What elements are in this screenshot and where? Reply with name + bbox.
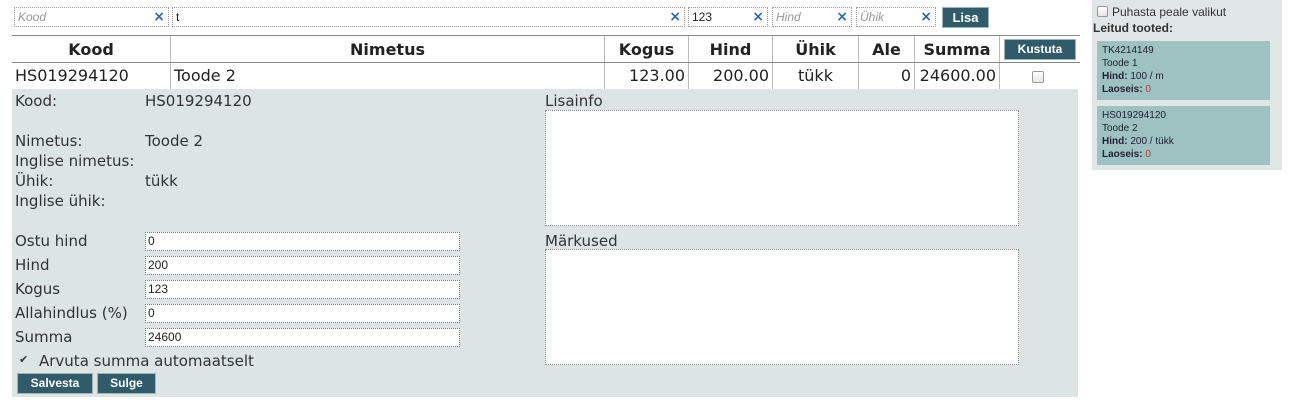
kood-label: Kood: xyxy=(15,92,58,110)
row-hind: 200.00 xyxy=(689,63,773,89)
inglise-uhik-label: Inglise ühik: xyxy=(15,192,106,210)
clear-icon[interactable]: × xyxy=(920,8,932,26)
kood-filter-input[interactable]: Kood × xyxy=(14,7,169,27)
product-price: 200 / tükk xyxy=(1130,136,1174,147)
summa-label: Summa xyxy=(15,328,73,346)
row-select-checkbox[interactable] xyxy=(1032,70,1044,83)
hind-filter-input[interactable]: Hind × xyxy=(772,7,852,27)
col-header-ale: Ale xyxy=(859,36,915,62)
markused-textarea[interactable] xyxy=(545,249,1019,365)
row-kogus: 123.00 xyxy=(605,63,689,89)
auto-sum-label[interactable]: Arvuta summa automaatselt xyxy=(39,352,254,370)
product-detail-panel: Kood: HS019294120 Nimetus: Toode 2 Ingli… xyxy=(12,89,1078,397)
ostu-hind-label: Ostu hind xyxy=(15,232,88,250)
product-price-label: Hind: xyxy=(1102,71,1128,82)
lisainfo-textarea[interactable] xyxy=(545,110,1019,226)
markused-label: Märkused xyxy=(545,232,618,250)
uhik-filter-placeholder: Ühik xyxy=(860,10,885,24)
allahindlus-input[interactable]: 0 xyxy=(145,304,460,323)
summa-input[interactable]: 24600 xyxy=(145,328,460,347)
product-code: HS019294120 xyxy=(1102,110,1166,121)
save-button[interactable]: Salvesta xyxy=(17,373,93,394)
col-header-summa: Summa xyxy=(915,36,1000,62)
row-uhik: tükk xyxy=(773,63,859,89)
allahindlus-label: Allahindlus (%) xyxy=(15,304,128,322)
row-kood: HS019294120 xyxy=(12,63,171,89)
kogus-input[interactable]: 123 xyxy=(145,280,460,299)
add-button[interactable]: Lisa xyxy=(942,7,989,28)
found-products-title: Leitud tooted: xyxy=(1093,21,1173,35)
col-header-kood: Kood xyxy=(12,36,171,62)
nimetus-filter-value: t xyxy=(176,10,180,24)
clear-after-select-checkbox[interactable] xyxy=(1097,6,1108,17)
kood-value: HS019294120 xyxy=(145,92,252,110)
product-stock-label: Laoseis: xyxy=(1102,84,1143,95)
clear-icon[interactable]: × xyxy=(752,8,764,26)
col-header-nimetus: Nimetus xyxy=(171,36,605,62)
kogus-filter-input[interactable]: 123 × xyxy=(688,7,768,27)
uhik-value: tükk xyxy=(145,172,178,190)
col-header-uhik: Ühik xyxy=(773,36,859,62)
hind-input[interactable]: 200 xyxy=(145,256,460,275)
product-name: Toode 1 xyxy=(1102,58,1138,69)
row-select-cell xyxy=(1000,63,1076,89)
auto-sum-checkbox[interactable]: ✔ xyxy=(19,354,31,366)
inglise-nimetus-label: Inglise nimetus: xyxy=(15,152,135,170)
hind-filter-placeholder: Hind xyxy=(776,10,801,24)
product-card[interactable]: TK4214149 Toode 1 Hind: 100 / m Laoseis:… xyxy=(1097,41,1270,100)
nimetus-label: Nimetus: xyxy=(15,132,83,150)
row-summa: 24600.00 xyxy=(915,63,1000,89)
row-ale: 0 xyxy=(859,63,915,89)
delete-button[interactable]: Kustuta xyxy=(1004,39,1076,60)
close-button[interactable]: Sulge xyxy=(97,373,156,394)
kogus-label: Kogus xyxy=(15,280,61,298)
clear-after-select-label[interactable]: Puhasta peale valikut xyxy=(1112,5,1226,19)
lisainfo-label: Lisainfo xyxy=(545,92,603,110)
product-price-label: Hind: xyxy=(1102,136,1128,147)
product-name: Toode 2 xyxy=(1102,123,1138,134)
table-header: Kood Nimetus Kogus Hind Ühik Ale Summa K… xyxy=(12,35,1080,63)
ostu-hind-input[interactable]: 0 xyxy=(145,232,460,251)
col-header-hind: Hind xyxy=(689,36,773,62)
found-products-panel: Puhasta peale valikut Leitud tooted: TK4… xyxy=(1092,0,1282,170)
kogus-filter-value: 123 xyxy=(692,10,713,24)
uhik-filter-input[interactable]: Ühik × xyxy=(856,7,936,27)
clear-icon[interactable]: × xyxy=(836,8,848,26)
product-stock: 0 xyxy=(1145,149,1151,160)
row-nimetus: Toode 2 xyxy=(171,63,605,89)
table-row[interactable]: HS019294120 Toode 2 123.00 200.00 tükk 0… xyxy=(12,63,1080,89)
hind-label: Hind xyxy=(15,256,50,274)
product-stock: 0 xyxy=(1145,84,1151,95)
col-header-kogus: Kogus xyxy=(605,36,689,62)
product-card[interactable]: HS019294120 Toode 2 Hind: 200 / tükk Lao… xyxy=(1097,106,1270,165)
product-price: 100 / m xyxy=(1130,71,1164,82)
product-code: TK4214149 xyxy=(1102,45,1154,56)
uhik-label: Ühik: xyxy=(15,172,54,190)
kood-filter-placeholder: Kood xyxy=(18,10,47,24)
clear-icon[interactable]: × xyxy=(669,8,681,26)
nimetus-value: Toode 2 xyxy=(145,132,204,150)
clear-icon[interactable]: × xyxy=(153,8,165,26)
product-stock-label: Laoseis: xyxy=(1102,149,1143,160)
nimetus-filter-input[interactable]: t × xyxy=(172,7,685,27)
